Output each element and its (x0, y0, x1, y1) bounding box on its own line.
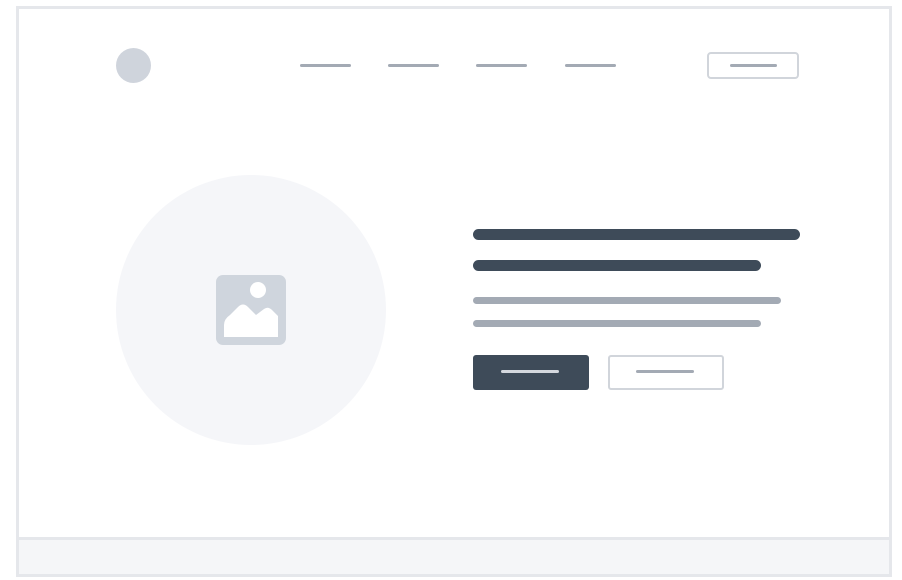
nav-link-2[interactable] (388, 64, 439, 67)
hero-heading-line-1 (473, 229, 800, 240)
page-frame (16, 6, 892, 577)
image-icon (216, 275, 286, 345)
hero-heading-line-2 (473, 260, 761, 271)
primary-button[interactable] (473, 355, 589, 390)
secondary-button-label-placeholder (636, 370, 694, 373)
nav-link-1[interactable] (300, 64, 351, 67)
footer-bar (19, 537, 889, 574)
hero-image-placeholder (116, 175, 386, 445)
image-icon-sun (250, 282, 266, 298)
nav-link-3[interactable] (476, 64, 527, 67)
primary-button-label-placeholder (501, 370, 559, 373)
nav-cta-button[interactable] (707, 52, 799, 79)
hero-body-line-1 (473, 297, 781, 304)
secondary-button[interactable] (608, 355, 724, 390)
logo-placeholder[interactable] (116, 48, 151, 83)
nav-link-4[interactable] (565, 64, 616, 67)
hero-body-line-2 (473, 320, 761, 327)
nav-cta-label-placeholder (730, 64, 777, 67)
